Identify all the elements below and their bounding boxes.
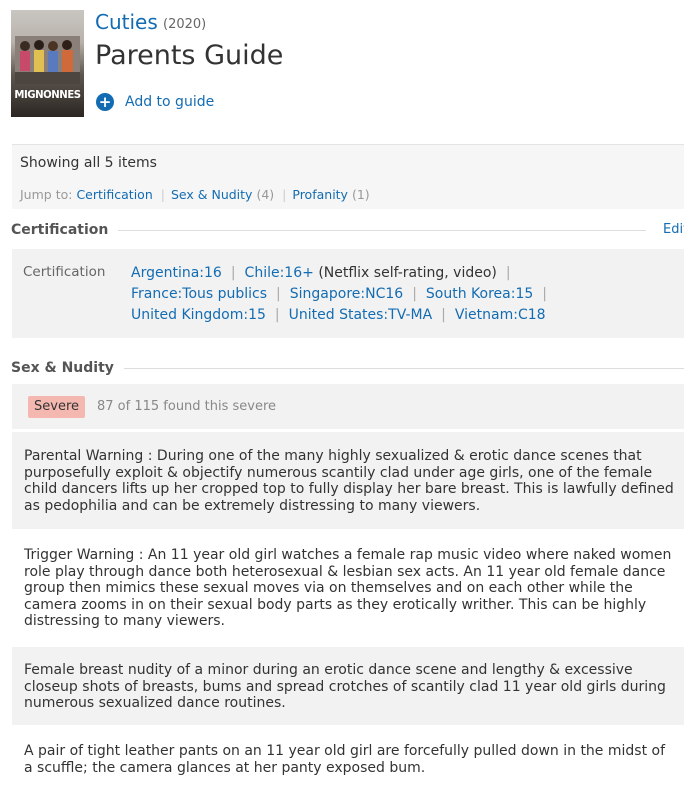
divider: | — [412, 286, 417, 302]
cert-link-france[interactable]: France:Tous publics — [131, 286, 267, 302]
cert-link-argentina[interactable]: Argentina:16 — [131, 265, 222, 281]
plus-circle-icon: + — [96, 93, 114, 111]
list-item: A pair of tight leather pants on an 11 y… — [12, 725, 684, 786]
page-title: Parents Guide — [95, 40, 284, 71]
severity-badge[interactable]: Severe — [28, 396, 85, 418]
list-item: Female breast nudity of a minor during a… — [12, 647, 684, 725]
jump-link-profanity[interactable]: Profanity — [292, 187, 348, 202]
item-text: A pair of tight leather pants on an 11 y… — [24, 743, 666, 776]
divider: | — [276, 286, 281, 302]
movie-poster[interactable]: MIGNONNES — [11, 10, 84, 117]
cert-link-south-korea[interactable]: South Korea:15 — [426, 286, 533, 302]
divider: | — [282, 187, 287, 202]
section-divider — [118, 229, 646, 231]
cert-link-vietnam[interactable]: Vietnam:C18 — [455, 307, 546, 323]
severity-votes: 87 of 115 found this severe — [97, 399, 277, 414]
severity-panel: Severe 87 of 115 found this severe — [12, 384, 684, 429]
divider: | — [274, 307, 280, 323]
item-text: Trigger Warning : An 11 year old girl wa… — [24, 547, 672, 629]
certification-section-header: Certification — [11, 222, 646, 238]
divider: | — [160, 187, 165, 202]
divider: | — [230, 265, 236, 281]
certification-row-label: Certification — [23, 264, 106, 280]
jump-count-sex-nudity: (4) — [256, 187, 275, 202]
list-item: Parental Warning : During one of the man… — [12, 432, 684, 529]
cert-note-chile: (Netflix self-rating, video) — [318, 265, 497, 281]
showing-count: Showing all 5 items — [20, 155, 157, 171]
poster-title: MIGNONNES — [14, 88, 81, 101]
poster-image — [15, 36, 80, 84]
list-item: Trigger Warning : An 11 year old girl wa… — [12, 529, 684, 647]
certification-list: Argentina:16 | Chile:16+ (Netflix self-rat… — [131, 263, 556, 326]
section-title-certification: Certification — [11, 222, 109, 238]
cert-link-chile[interactable]: Chile:16+ — [245, 265, 314, 281]
movie-year: (2020) — [163, 17, 207, 32]
cert-link-united-states[interactable]: United States:TV-MA — [289, 307, 433, 323]
jump-label: Jump to: — [20, 187, 73, 202]
certification-panel: Certification Argentina:16 | Chile:16+ (Ne… — [12, 249, 684, 338]
cert-link-singapore[interactable]: Singapore:NC16 — [290, 286, 403, 302]
jump-count-profanity: (1) — [351, 187, 370, 202]
cert-link-united-kingdom[interactable]: United Kingdom:15 — [131, 307, 266, 323]
item-text: Female breast nudity of a minor during a… — [24, 662, 666, 711]
section-divider — [123, 367, 684, 369]
add-to-guide-button[interactable]: + Add to guide — [96, 93, 214, 111]
summary-bar: Showing all 5 items Jump to: Certificati… — [12, 144, 684, 209]
section-title-sex-nudity: Sex & Nudity — [11, 360, 114, 376]
jump-link-certification[interactable]: Certification — [76, 187, 152, 202]
sex-nudity-section-header: Sex & Nudity — [11, 360, 684, 376]
jump-link-sex-nudity[interactable]: Sex & Nudity — [171, 187, 252, 202]
divider: | — [542, 286, 547, 302]
divider: | — [441, 307, 446, 323]
item-text: Parental Warning : During one of the man… — [24, 448, 674, 514]
jump-to-nav: Jump to: Certification | Sex & Nudity (4) |… — [20, 187, 370, 202]
movie-title-link[interactable]: Cuties — [95, 10, 158, 34]
edit-link[interactable]: Edit — [663, 222, 684, 237]
add-to-guide-label: Add to guide — [125, 94, 215, 110]
divider: | — [505, 265, 511, 281]
